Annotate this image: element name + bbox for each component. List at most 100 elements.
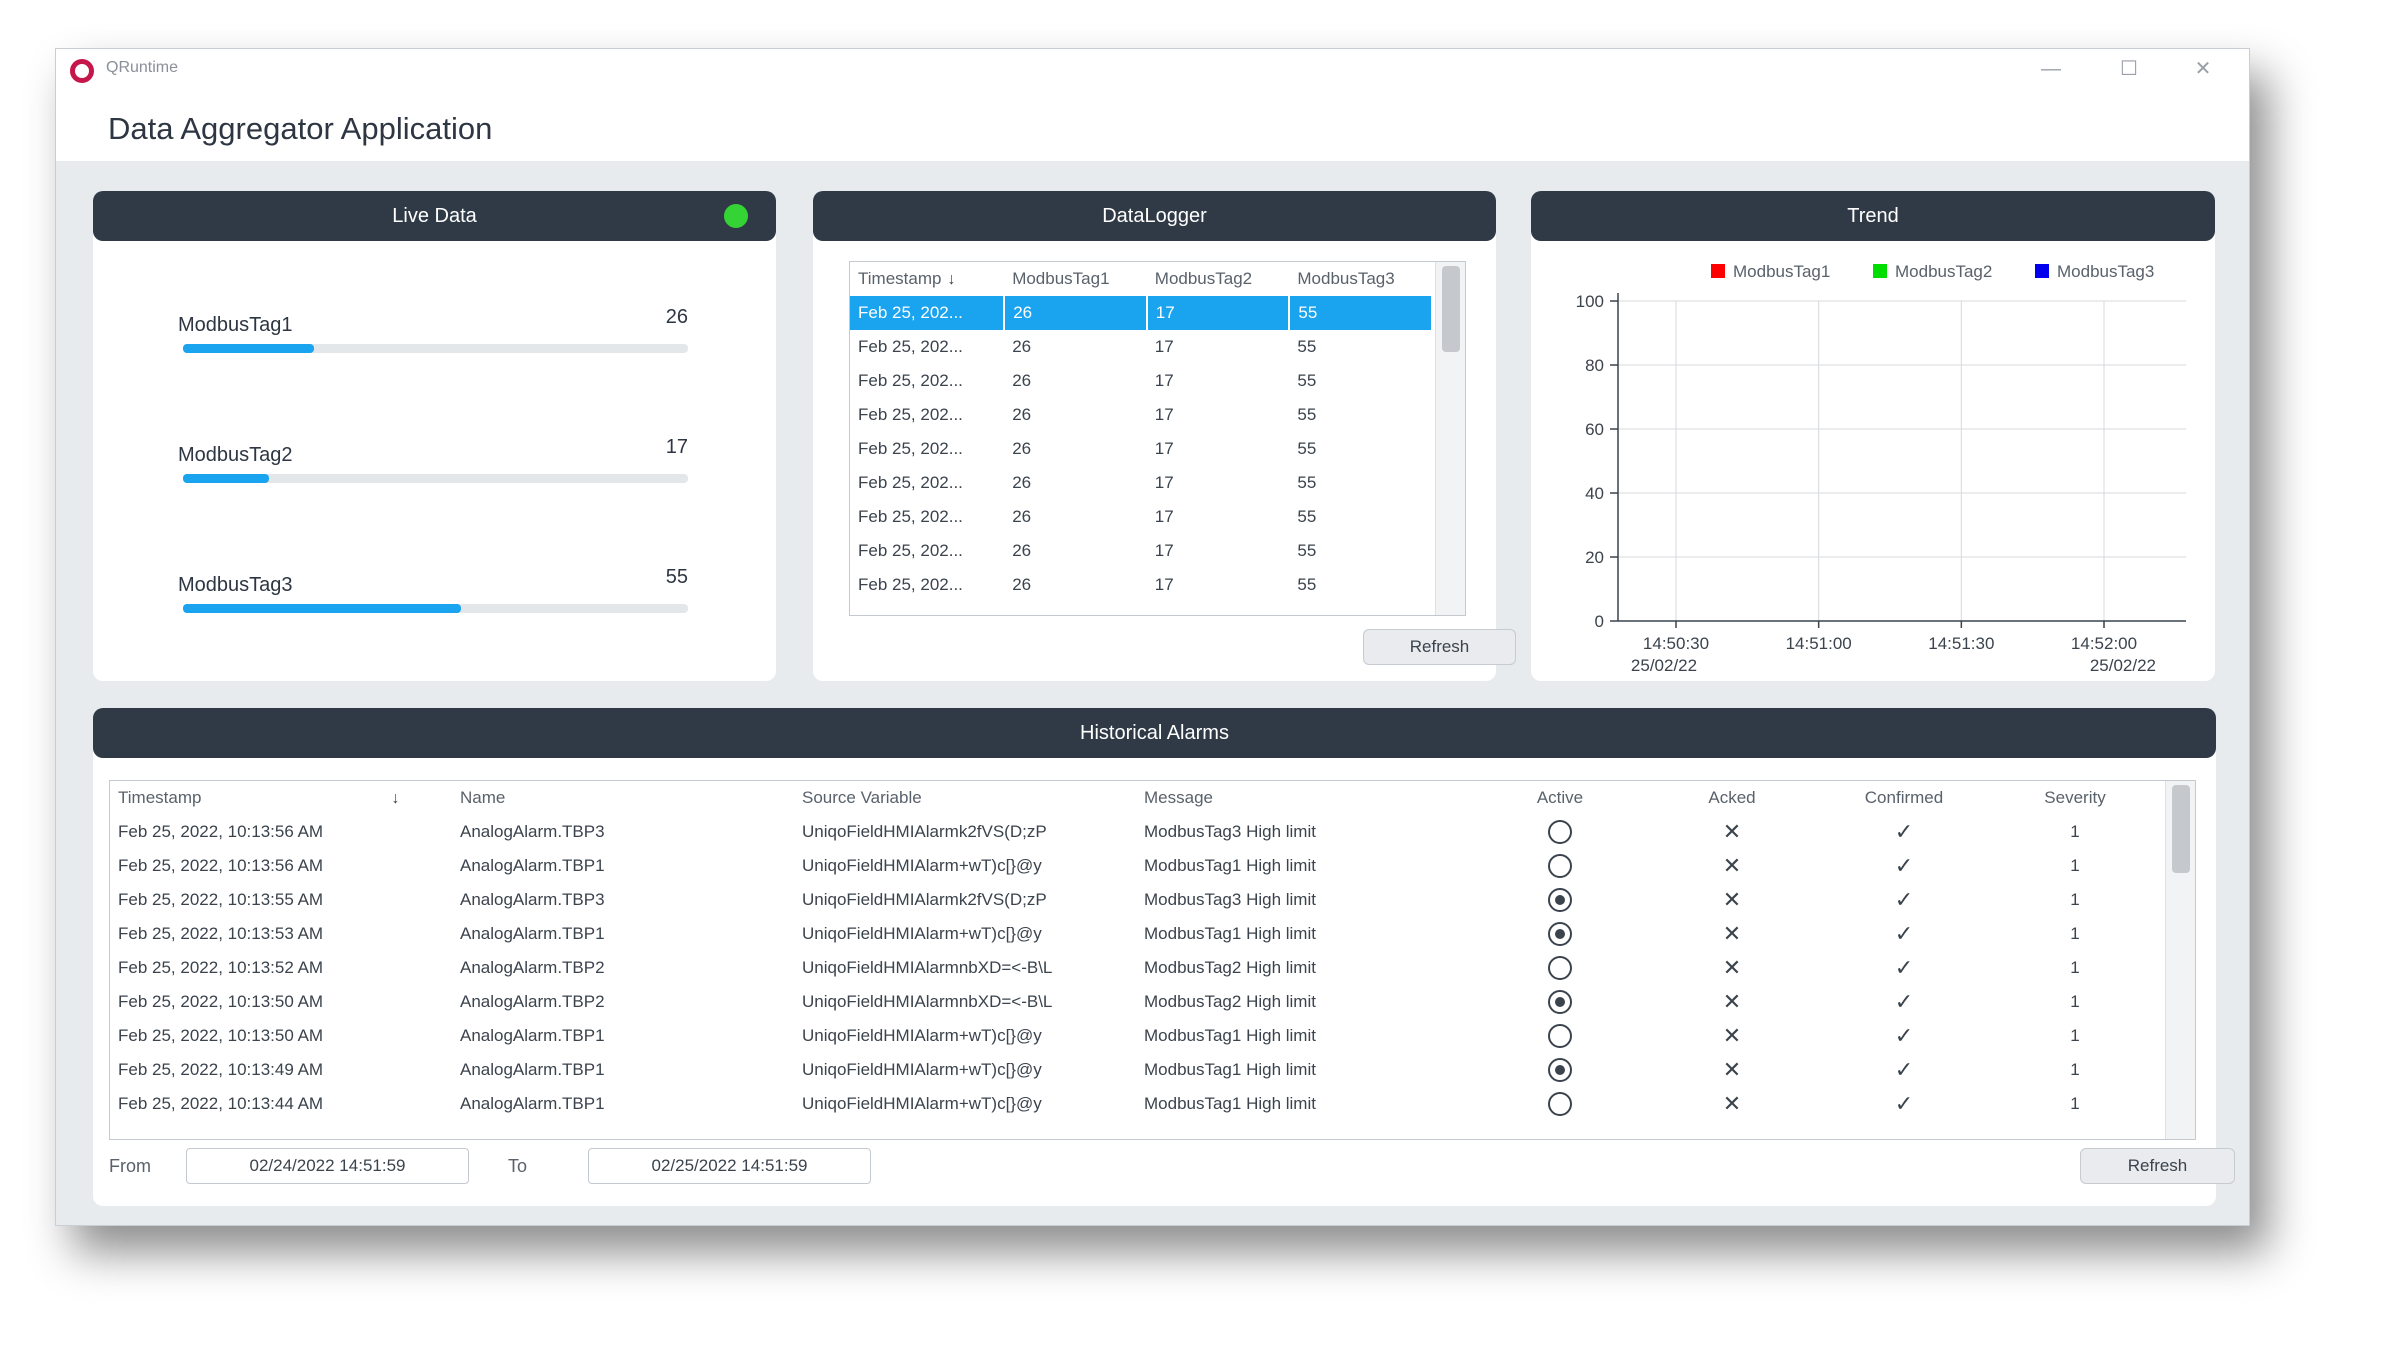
table-row[interactable]: Feb 25, 2022, 10:13:56 AM AnalogAlarm.TBP…	[110, 849, 2160, 883]
table-row[interactable]: Feb 25, 2022, 10:13:55 AM AnalogAlarm.TBP…	[110, 883, 2160, 917]
tag-progress-track	[183, 344, 688, 353]
app-logo-icon	[70, 59, 94, 83]
live-data-header: Live Data	[93, 191, 776, 241]
alarm-name-cell: AnalogAlarm.TBP2	[460, 958, 605, 977]
refresh-button[interactable]: Refresh	[2080, 1148, 2235, 1184]
table-cell: 55	[1297, 439, 1317, 458]
x-tick-label: 14:51:30	[1928, 634, 1994, 653]
legend-label: ModbusTag3	[2057, 262, 2154, 281]
to-date-field[interactable]: 02/25/2022 14:51:59	[588, 1148, 871, 1184]
confirmed-check-icon: ✓	[1894, 819, 1914, 844]
alarm-name-cell: AnalogAlarm.TBP2	[460, 992, 605, 1011]
column-header-timestamp[interactable]: Timestamp ↓	[850, 262, 1004, 296]
table-cell: 17	[1154, 575, 1174, 594]
table-row[interactable]: Feb 25, 2022, 10:13:49 AM AnalogAlarm.TBP…	[110, 1053, 2160, 1087]
y-tick-label: 40	[1585, 484, 1604, 503]
trend-panel: Trend 0 20 40 60 80 100 14:50:30 25/02/22 14:51:…	[1531, 191, 2215, 681]
scrollbar-thumb[interactable]	[2172, 785, 2190, 873]
from-date-field[interactable]: 02/24/2022 14:51:59	[186, 1148, 469, 1184]
table-row[interactable]: Feb 25, 202... 26 17 55	[850, 296, 1433, 330]
y-tick-label: 20	[1585, 548, 1604, 567]
table-row[interactable]: Feb 25, 202... 26 17 55	[850, 500, 1432, 534]
column-header[interactable]: Confirmed	[1818, 781, 1990, 815]
live-tag-row: ModbusTag3 55	[178, 566, 688, 626]
tag-progress-fill	[183, 604, 461, 613]
tag-value: 55	[665, 566, 688, 588]
y-tick-label: 80	[1585, 356, 1604, 375]
column-header[interactable]: ModbusTag1	[1004, 262, 1147, 296]
column-header[interactable]: Message	[1136, 781, 1474, 815]
table-row[interactable]: Feb 25, 2022, 10:13:44 AM AnalogAlarm.TBP…	[110, 1087, 2160, 1121]
table-row[interactable]: Feb 25, 202... 26 17 55	[850, 466, 1432, 500]
refresh-button[interactable]: Refresh	[1363, 629, 1516, 665]
table-row[interactable]: Feb 25, 202... 26 17 55	[850, 398, 1432, 432]
column-header[interactable]: ModbusTag3	[1289, 262, 1432, 296]
table-row[interactable]: Feb 25, 2022, 10:13:53 AM AnalogAlarm.TBP…	[110, 917, 2160, 951]
table-row[interactable]: Feb 25, 202... 26 17 55	[850, 534, 1432, 568]
column-header[interactable]: Source Variable	[794, 781, 1136, 815]
active-radio-icon	[1548, 922, 1572, 946]
table-cell: 55	[1289, 296, 1433, 330]
trend-header: Trend	[1531, 191, 2215, 241]
alarm-severity-cell: 1	[2070, 1060, 2080, 1079]
tag-label: ModbusTag1	[178, 314, 293, 336]
table-cell: 17	[1154, 507, 1174, 526]
alarm-severity-cell: 1	[2070, 890, 2080, 909]
tag-label: ModbusTag3	[178, 574, 293, 596]
table-row[interactable]: Feb 25, 202... 26 17 55	[850, 330, 1432, 364]
active-radio-icon	[1548, 1058, 1572, 1082]
alarm-message-cell: ModbusTag2 High limit	[1144, 992, 1316, 1011]
table-row[interactable]: Feb 25, 202... 26 17 55	[850, 364, 1432, 398]
active-radio-icon	[1548, 820, 1572, 844]
table-cell: Feb 25, 202...	[858, 473, 963, 492]
legend-swatch	[1873, 264, 1887, 278]
table-row[interactable]: Feb 25, 2022, 10:13:56 AM AnalogAlarm.TBP…	[110, 815, 2160, 849]
sort-down-icon[interactable]: ↓	[391, 790, 399, 807]
column-header[interactable]: Name	[452, 781, 794, 815]
column-header[interactable]: ModbusTag2	[1147, 262, 1290, 296]
status-led-icon	[724, 204, 748, 228]
legend-label: ModbusTag1	[1733, 262, 1830, 281]
live-data-title: Live Data	[392, 205, 477, 227]
confirmed-check-icon: ✓	[1894, 853, 1914, 878]
close-icon[interactable]: ✕	[2183, 55, 2223, 83]
table-row[interactable]: Feb 25, 202... 26 17 55	[850, 568, 1432, 602]
maximize-icon[interactable]: ☐	[2109, 55, 2149, 83]
active-radio-icon	[1548, 990, 1572, 1014]
scrollbar-thumb[interactable]	[1442, 266, 1460, 352]
alarm-timestamp-cell: Feb 25, 2022, 10:13:50 AM	[118, 1026, 324, 1045]
table-row[interactable]: Feb 25, 202... 26 17 55	[850, 432, 1432, 466]
live-tag-row: ModbusTag2 17	[178, 436, 688, 496]
active-radio-icon	[1548, 1024, 1572, 1048]
confirmed-check-icon: ✓	[1894, 921, 1914, 946]
column-header[interactable]: Severity	[1990, 781, 2160, 815]
alarms-panel: Historical Alarms Timestamp ↓ Name Source…	[93, 708, 2235, 1206]
confirmed-check-icon: ✓	[1894, 955, 1914, 980]
alarm-active-cell	[1474, 1087, 1646, 1121]
to-label: To	[508, 1156, 528, 1176]
table-cell: 55	[1297, 541, 1317, 560]
alarm-source-cell: UniqoFieldHMIAlarm+wT)c[}@y	[802, 856, 1042, 875]
alarm-message-cell: ModbusTag2 High limit	[1144, 958, 1316, 977]
column-header-timestamp[interactable]: Timestamp ↓	[110, 781, 452, 815]
scrollbar[interactable]	[1435, 262, 1465, 615]
table-row[interactable]: Feb 25, 2022, 10:13:52 AM AnalogAlarm.TBP…	[110, 951, 2160, 985]
minimize-icon[interactable]: —	[2031, 55, 2071, 83]
column-header[interactable]: Acked	[1646, 781, 1818, 815]
table-cell: 55	[1297, 337, 1317, 356]
alarm-active-cell	[1474, 849, 1646, 883]
alarm-active-cell	[1474, 951, 1646, 985]
column-header[interactable]: Active	[1474, 781, 1646, 815]
table-row[interactable]: Feb 25, 2022, 10:13:50 AM AnalogAlarm.TBP…	[110, 985, 2160, 1019]
live-tag-row: ModbusTag1 26	[178, 306, 688, 366]
table-row[interactable]: Feb 25, 2022, 10:13:50 AM AnalogAlarm.TBP…	[110, 1019, 2160, 1053]
alarm-source-cell: UniqoFieldHMIAlarmk2fVS(D;zP	[802, 822, 1047, 841]
alarm-source-cell: UniqoFieldHMIAlarm+wT)c[}@y	[802, 1094, 1042, 1113]
table-cell: 26	[1012, 439, 1032, 458]
alarm-name-cell: AnalogAlarm.TBP1	[460, 1094, 605, 1113]
sort-down-icon[interactable]: ↓	[947, 271, 955, 288]
y-tick-label: 60	[1585, 420, 1604, 439]
confirmed-check-icon: ✓	[1894, 887, 1914, 912]
tag-value: 26	[665, 306, 688, 328]
scrollbar[interactable]	[2165, 781, 2195, 1139]
